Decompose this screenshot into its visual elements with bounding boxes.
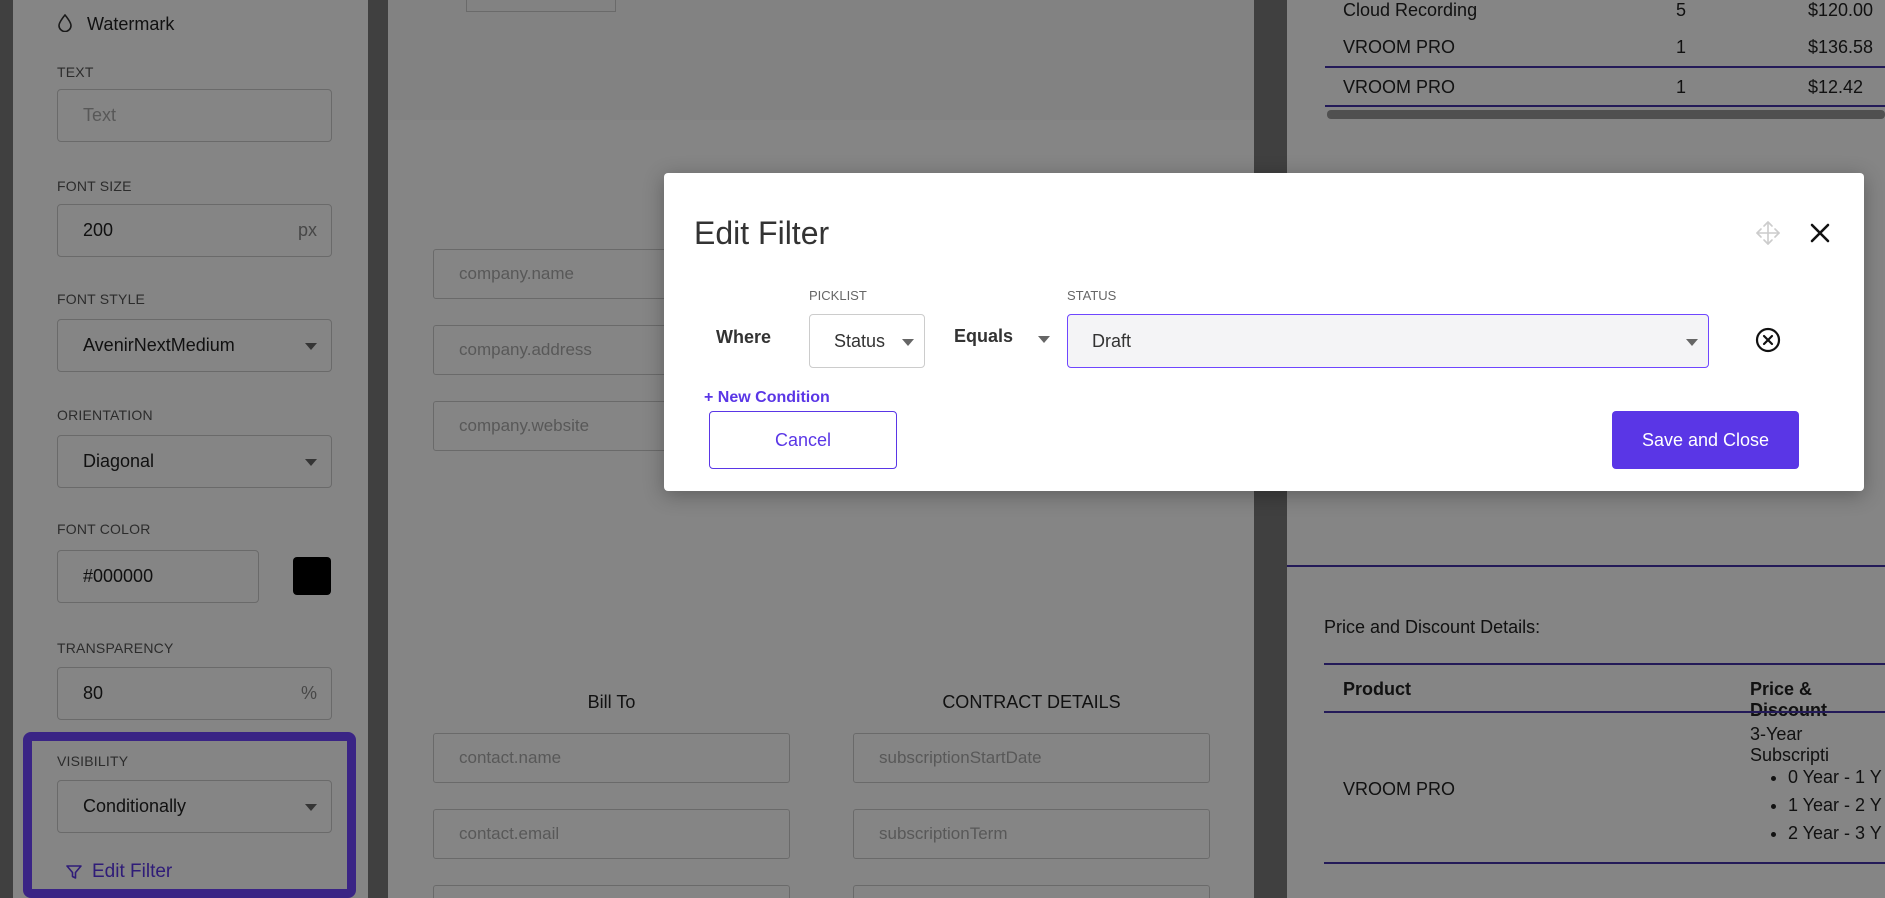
picklist-select[interactable]: Status (809, 314, 925, 368)
status-label: STATUS (1067, 288, 1117, 303)
picklist-value: Status (834, 330, 886, 351)
status-select[interactable]: Draft (1067, 314, 1709, 368)
chevron-down-icon (1038, 336, 1050, 343)
where-label: Where (716, 327, 772, 347)
modal-title: Edit Filter (694, 215, 830, 251)
new-condition-link[interactable]: + New Condition (704, 389, 830, 407)
operator-value: Equals (954, 326, 1014, 346)
edit-filter-modal: Edit Filter Where PICKLIST Status Equals… (664, 173, 1864, 491)
cancel-button[interactable]: Cancel (709, 411, 897, 469)
close-icon[interactable] (1806, 219, 1834, 247)
chevron-down-icon (902, 339, 914, 346)
status-value: Draft (1092, 330, 1132, 351)
picklist-label: PICKLIST (809, 288, 867, 303)
remove-condition-icon[interactable] (1754, 326, 1782, 354)
move-icon[interactable] (1754, 219, 1782, 247)
save-and-close-button[interactable]: Save and Close (1612, 411, 1799, 469)
operator-select[interactable]: Equals (954, 326, 1050, 347)
chevron-down-icon (1686, 339, 1698, 346)
